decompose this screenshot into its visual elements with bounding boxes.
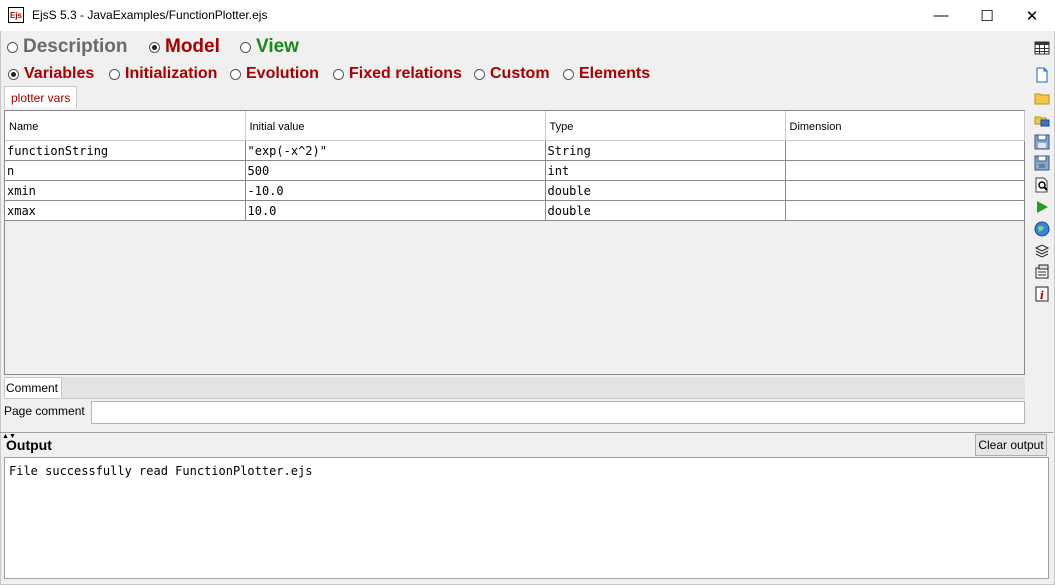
cell-name[interactable]: functionString bbox=[5, 140, 246, 161]
minimize-button[interactable]: — bbox=[918, 0, 964, 31]
radio-fixed-relations[interactable] bbox=[333, 68, 344, 80]
open-folder-icon[interactable] bbox=[1034, 90, 1050, 106]
tab-view[interactable]: View bbox=[240, 36, 299, 58]
cell-dimension[interactable] bbox=[785, 200, 1025, 221]
page-comment-input[interactable] bbox=[91, 401, 1025, 424]
radio-model[interactable] bbox=[149, 41, 160, 53]
title-bar: Ejs EjsS 5.3 - JavaExamples/FunctionPlot… bbox=[0, 0, 1055, 31]
radio-elements[interactable] bbox=[563, 68, 574, 80]
info-icon[interactable]: i bbox=[1034, 286, 1050, 302]
cell-dimension[interactable] bbox=[785, 140, 1025, 161]
column-header-type[interactable]: Type bbox=[545, 111, 786, 141]
tab-view-label: View bbox=[256, 36, 299, 57]
radio-evolution[interactable] bbox=[230, 68, 241, 80]
tab-evolution-label: Evolution bbox=[246, 65, 319, 82]
cell-initial-value[interactable]: "exp(-x^2)" bbox=[245, 140, 546, 161]
cell-dimension[interactable] bbox=[785, 180, 1025, 201]
cell-name[interactable]: n bbox=[5, 160, 246, 181]
new-file-icon[interactable] bbox=[1034, 67, 1050, 83]
maximize-button[interactable]: ☐ bbox=[964, 0, 1010, 31]
save-as-icon[interactable] bbox=[1034, 155, 1050, 171]
tab-initialization-label: Initialization bbox=[125, 65, 218, 82]
clear-output-button[interactable]: Clear output bbox=[975, 434, 1047, 456]
package-icon[interactable] bbox=[1034, 242, 1050, 258]
web-globe-icon[interactable] bbox=[1034, 221, 1050, 237]
output-label: Output bbox=[6, 437, 52, 453]
comment-tab[interactable]: Comment bbox=[4, 377, 62, 399]
tab-evolution[interactable]: Evolution bbox=[230, 65, 319, 83]
tab-custom[interactable]: Custom bbox=[474, 65, 550, 83]
tab-variables[interactable]: Variables bbox=[8, 65, 94, 83]
svg-text:i: i bbox=[1040, 289, 1044, 302]
tab-model-label: Model bbox=[165, 36, 220, 57]
cell-initial-value[interactable]: 500 bbox=[245, 160, 546, 181]
open-remote-icon[interactable] bbox=[1034, 112, 1050, 128]
cell-name[interactable]: xmin bbox=[5, 180, 246, 201]
cell-type[interactable]: int bbox=[545, 160, 786, 181]
output-text-area[interactable]: File successfully read FunctionPlotter.e… bbox=[4, 457, 1049, 579]
window-title: EjsS 5.3 - JavaExamples/FunctionPlotter.… bbox=[32, 8, 268, 22]
variables-table: Name Initial value Type Dimension functi… bbox=[5, 111, 1025, 221]
maximize-icon: ☐ bbox=[980, 7, 994, 25]
run-icon[interactable] bbox=[1034, 199, 1050, 215]
cell-type[interactable]: double bbox=[545, 180, 786, 201]
grid-icon[interactable] bbox=[1034, 40, 1050, 56]
radio-view[interactable] bbox=[240, 41, 251, 53]
column-header-initial-value[interactable]: Initial value bbox=[245, 111, 546, 141]
tab-description-label: Description bbox=[23, 36, 128, 57]
cell-name[interactable]: xmax bbox=[5, 200, 246, 221]
tab-elements[interactable]: Elements bbox=[563, 65, 650, 83]
table-header-row: Name Initial value Type Dimension bbox=[5, 111, 1025, 141]
app-logo-icon: Ejs bbox=[8, 7, 24, 23]
tab-plotter-vars[interactable]: plotter vars bbox=[4, 86, 78, 108]
options-icon[interactable] bbox=[1034, 264, 1050, 280]
save-icon[interactable] bbox=[1034, 134, 1050, 150]
column-header-name[interactable]: Name bbox=[5, 111, 246, 141]
tab-fixed-relations[interactable]: Fixed relations bbox=[333, 65, 462, 83]
tab-variables-label: Variables bbox=[24, 65, 95, 82]
table-row: n 500 int bbox=[5, 160, 1025, 181]
cell-dimension[interactable] bbox=[785, 160, 1025, 181]
cell-type[interactable]: String bbox=[545, 140, 786, 161]
radio-custom[interactable] bbox=[474, 68, 485, 80]
close-button[interactable]: ✕ bbox=[1009, 0, 1055, 31]
cell-initial-value[interactable]: -10.0 bbox=[245, 180, 546, 201]
comment-strip bbox=[62, 377, 1025, 399]
table-row: xmax 10.0 double bbox=[5, 200, 1025, 221]
tab-custom-label: Custom bbox=[490, 65, 550, 82]
tab-fixed-relations-label: Fixed relations bbox=[349, 65, 462, 82]
tab-elements-label: Elements bbox=[579, 65, 651, 82]
table-row: xmin -10.0 double bbox=[5, 180, 1025, 201]
page-comment-label: Page comment bbox=[4, 404, 85, 418]
radio-variables[interactable] bbox=[8, 68, 19, 80]
search-icon[interactable] bbox=[1034, 177, 1050, 193]
radio-description[interactable] bbox=[7, 41, 18, 53]
splitter-divider bbox=[0, 432, 1053, 433]
cell-type[interactable]: double bbox=[545, 200, 786, 221]
minimize-icon: — bbox=[933, 7, 949, 24]
close-icon: ✕ bbox=[1025, 7, 1039, 25]
variables-table-container: Name Initial value Type Dimension functi… bbox=[4, 110, 1025, 375]
tab-initialization[interactable]: Initialization bbox=[109, 65, 217, 83]
table-row: functionString "exp(-x^2)" String bbox=[5, 140, 1025, 161]
tab-description[interactable]: Description bbox=[7, 36, 128, 58]
column-header-dimension[interactable]: Dimension bbox=[785, 111, 1025, 141]
cell-initial-value[interactable]: 10.0 bbox=[245, 200, 546, 221]
tab-model[interactable]: Model bbox=[149, 36, 220, 58]
radio-initialization[interactable] bbox=[109, 68, 120, 80]
